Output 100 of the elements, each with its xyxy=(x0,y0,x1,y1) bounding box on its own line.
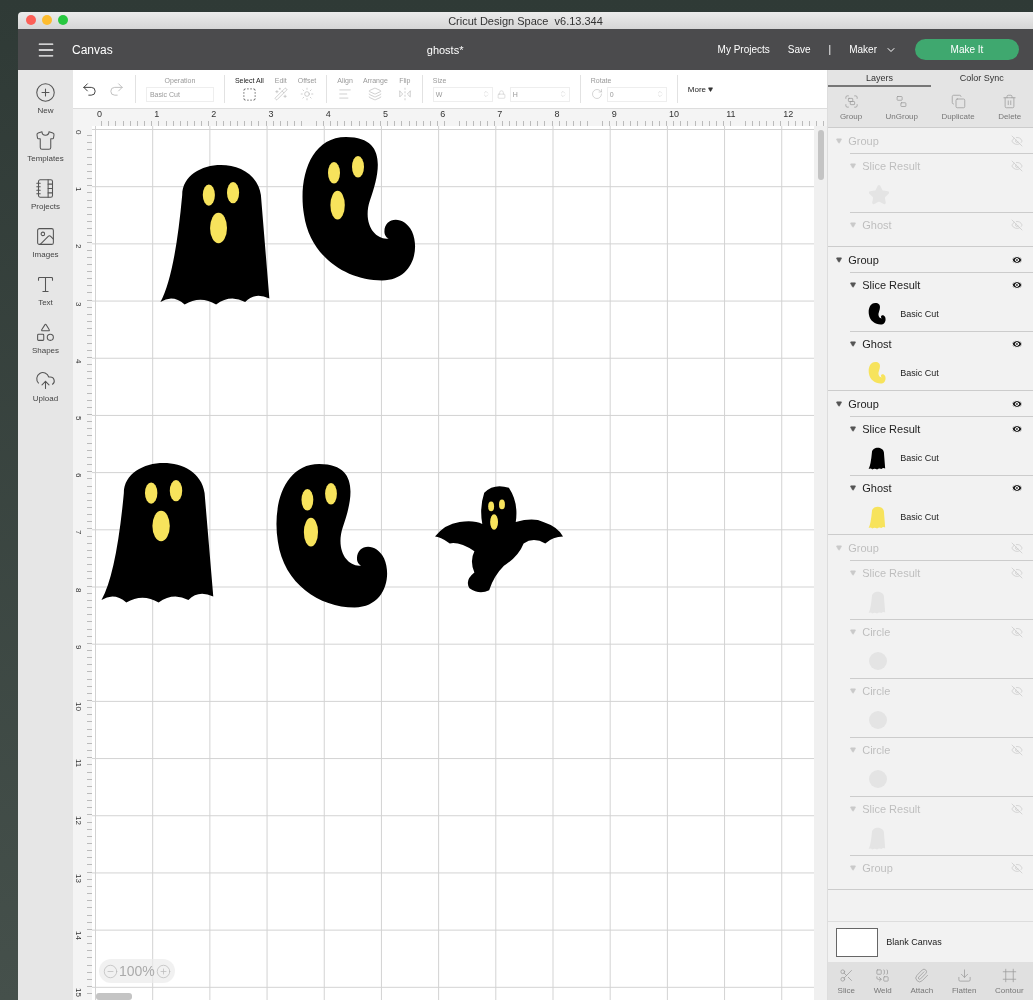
header-link[interactable]: My Projects xyxy=(717,44,770,55)
flip-icon xyxy=(397,87,412,101)
eye-off-icon[interactable] xyxy=(1011,541,1023,554)
machine-dropdown[interactable]: Maker xyxy=(849,43,897,56)
trash-icon xyxy=(1002,93,1018,109)
separator: | xyxy=(828,44,832,55)
eye-off-icon[interactable] xyxy=(1011,218,1023,231)
scrollbar-thumb[interactable] xyxy=(817,130,824,180)
rotate-icon xyxy=(590,88,603,100)
layer-name[interactable]: Slice Result xyxy=(862,422,1011,435)
eye-icon[interactable] xyxy=(1011,481,1023,494)
caret-icon[interactable] xyxy=(850,340,857,347)
caret-icon[interactable] xyxy=(836,256,843,263)
ruler-label: 12 xyxy=(783,109,794,119)
eye-off-icon[interactable] xyxy=(1011,625,1023,638)
wand-icon xyxy=(273,87,288,101)
sidebar-item[interactable]: Templates xyxy=(18,130,73,163)
window-minimize-button[interactable] xyxy=(42,15,52,25)
ruler-label: 7 xyxy=(497,109,503,119)
caret-icon xyxy=(708,86,713,92)
window-title: Cricut Design Space v6.13.344 xyxy=(448,14,603,27)
contour-icon xyxy=(1001,967,1017,983)
layers-icon xyxy=(368,87,383,101)
align-icon xyxy=(338,87,353,101)
ruler-label: 9 xyxy=(611,109,617,119)
eye-icon[interactable] xyxy=(1011,422,1023,435)
ruler-label: 8 xyxy=(554,109,560,119)
duplicate-icon xyxy=(950,93,966,109)
eye-icon[interactable] xyxy=(1011,278,1023,291)
eye-off-icon[interactable] xyxy=(1011,743,1023,756)
ruler-label: 0 xyxy=(96,109,102,119)
ruler-label: 9 xyxy=(73,644,82,652)
caret-icon[interactable] xyxy=(850,484,857,491)
project-title: ghosts* xyxy=(426,43,464,56)
ruler-label: 4 xyxy=(73,358,82,366)
ruler-label: 1 xyxy=(73,187,82,194)
caret-icon[interactable] xyxy=(836,400,843,407)
more-menu[interactable]: More xyxy=(687,84,713,94)
ruler-label: 10 xyxy=(668,109,679,119)
ruler-label: 10 xyxy=(73,702,82,712)
offset-icon xyxy=(300,87,314,101)
ruler-label: 15 xyxy=(73,988,82,998)
header-link[interactable]: Save xyxy=(787,44,811,55)
ruler-label: 14 xyxy=(73,930,82,941)
notebook-icon xyxy=(34,178,56,199)
add-icon xyxy=(34,82,56,103)
ruler-label: 3 xyxy=(268,109,274,119)
eye-off-icon[interactable] xyxy=(1011,802,1023,815)
ruler-label: 7 xyxy=(73,530,82,537)
sidebar-item[interactable]: Text xyxy=(18,274,73,307)
make-it-button[interactable]: Make It xyxy=(915,39,1019,60)
layer-name[interactable]: Ghost xyxy=(862,337,1011,350)
ruler-label: 6 xyxy=(73,473,82,480)
sidebar-item[interactable]: New xyxy=(18,82,73,115)
paperclip-icon xyxy=(914,967,930,983)
eye-off-icon[interactable] xyxy=(1011,159,1023,172)
undo-icon[interactable] xyxy=(80,80,98,98)
cloud-upload-icon xyxy=(34,370,56,391)
ruler-label: 2 xyxy=(211,109,217,119)
weld-icon xyxy=(875,967,891,983)
lock-icon xyxy=(496,89,506,99)
layer-name[interactable]: Ghost xyxy=(862,481,1011,494)
eye-icon[interactable] xyxy=(1011,397,1023,410)
caret-icon[interactable] xyxy=(850,281,857,288)
layer-operation: Basic Cut xyxy=(900,367,939,378)
layer-name[interactable]: Group xyxy=(848,253,1011,266)
layer-name[interactable]: Slice Result xyxy=(862,278,1011,291)
flatten-icon xyxy=(956,967,972,983)
caret-icon[interactable] xyxy=(850,425,857,432)
ruler-label: 2 xyxy=(73,244,82,251)
ruler-label: 6 xyxy=(440,109,446,119)
sidebar-item[interactable]: Projects xyxy=(18,178,73,211)
eye-icon[interactable] xyxy=(1011,337,1023,350)
layer-name[interactable]: Group xyxy=(848,397,1011,410)
sidebar-item[interactable]: Images xyxy=(18,226,73,259)
window-close-button[interactable] xyxy=(26,15,36,25)
sidebar-item[interactable]: Shapes xyxy=(18,322,73,355)
eye-off-icon[interactable] xyxy=(1011,566,1023,579)
zoom-control[interactable]: 100% xyxy=(98,959,175,983)
layer-operation: Basic Cut xyxy=(900,511,939,522)
sidebar-item[interactable]: Upload xyxy=(18,370,73,403)
ruler-label: 11 xyxy=(726,109,736,119)
eye-off-icon[interactable] xyxy=(1011,684,1023,697)
ruler-label: 4 xyxy=(325,109,331,119)
ruler-label: 3 xyxy=(73,301,82,309)
scrollbar-thumb[interactable] xyxy=(95,993,132,1000)
eye-off-icon[interactable] xyxy=(1011,134,1023,147)
ruler-label: 13 xyxy=(73,873,82,884)
canvas-swatch[interactable] xyxy=(836,927,879,957)
ruler-label: 0 xyxy=(73,130,82,137)
design-canvas[interactable]: 100% xyxy=(91,126,815,1000)
eye-icon[interactable] xyxy=(1011,253,1023,266)
ruler-label: 8 xyxy=(73,587,82,595)
zoom-in-icon[interactable] xyxy=(155,963,171,979)
window-zoom-button[interactable] xyxy=(58,15,68,25)
ruler-label: 1 xyxy=(154,109,160,119)
eye-off-icon[interactable] xyxy=(1011,861,1023,874)
shapes-icon xyxy=(34,322,56,343)
zoom-out-icon[interactable] xyxy=(102,963,118,979)
ruler-label: 5 xyxy=(73,416,82,423)
